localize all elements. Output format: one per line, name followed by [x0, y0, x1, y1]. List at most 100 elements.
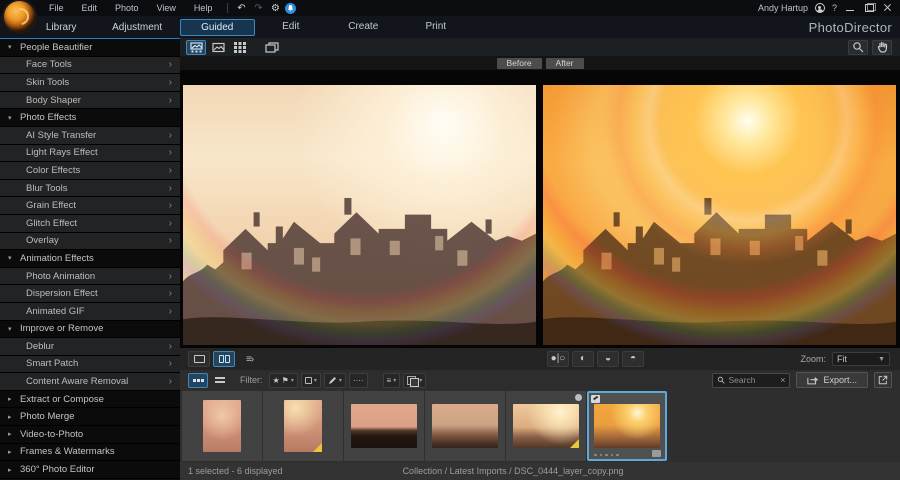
- sidebar-row[interactable]: Deblur ›: [0, 338, 180, 356]
- tab-guided[interactable]: Guided: [180, 19, 255, 36]
- disclosure-triangle-icon: [8, 413, 20, 421]
- flag-icon: ⚑: [282, 376, 289, 385]
- menu-view[interactable]: View: [148, 3, 185, 13]
- help-icon[interactable]: ?: [832, 3, 837, 13]
- browser-and-viewer-mode-button[interactable]: [186, 40, 206, 55]
- compare-label-row: Before After: [180, 56, 900, 70]
- sidebar-row-label: Animated GIF: [26, 306, 169, 317]
- sidebar-row[interactable]: Skin Tools ›: [0, 74, 180, 92]
- sidebar-row-label: Light Rays Effect: [26, 147, 169, 158]
- sidebar-row[interactable]: Photo Effects ›: [0, 109, 180, 127]
- single-view-button[interactable]: [188, 351, 210, 367]
- photodirector-window: File Edit Photo View Help ↶ ↷ ⚙ Andy Har…: [0, 0, 900, 480]
- search-clear-icon[interactable]: ×: [780, 375, 785, 385]
- compare-split-top-bottom-button[interactable]: ◒: [597, 351, 619, 367]
- compare-history-icon[interactable]: ≡›: [246, 354, 253, 365]
- photo-canvas: [180, 70, 900, 348]
- sidebar-row[interactable]: Light Rays Effect ›: [0, 145, 180, 163]
- close-button[interactable]: [882, 3, 894, 13]
- sort-order-dropdown[interactable]: ≡▾: [383, 373, 401, 388]
- sidebar-row[interactable]: Extract or Compose ›: [0, 391, 180, 409]
- minimize-button[interactable]: [844, 3, 856, 13]
- stack-photos-dropdown[interactable]: ▾: [403, 373, 426, 388]
- adjusted-filter-dropdown[interactable]: ▾: [324, 373, 346, 388]
- compare-split-left-right-button[interactable]: ◐: [572, 351, 594, 367]
- compare-side-by-side-button[interactable]: ●|○: [547, 351, 569, 367]
- list-view-button[interactable]: [210, 373, 230, 388]
- status-bar: 1 selected - 6 displayed Collection / La…: [180, 462, 900, 480]
- maximize-button[interactable]: [863, 3, 875, 13]
- tab-edit[interactable]: Edit: [255, 19, 328, 36]
- sidebar-row[interactable]: Dispersion Effect ›: [0, 285, 180, 303]
- sidebar-row[interactable]: Content Aware Removal ›: [0, 373, 180, 391]
- zoom-level-dropdown[interactable]: Fit ▼: [832, 352, 890, 366]
- sidebar-row[interactable]: Overlay ›: [0, 233, 180, 251]
- filmstrip-thumb-6-selected[interactable]: [587, 391, 667, 461]
- hand-pan-tool-button[interactable]: [872, 40, 892, 55]
- rating-dots[interactable]: [594, 454, 619, 457]
- color-label-filter-dropdown[interactable]: ▾: [301, 373, 321, 388]
- sidebar-row[interactable]: Glitch Effect ›: [0, 215, 180, 233]
- tab-print[interactable]: Print: [400, 19, 473, 36]
- zoom-tool-button[interactable]: [848, 40, 868, 55]
- star-flag-filter-dropdown[interactable]: ★⚑▾: [269, 373, 298, 388]
- before-photo[interactable]: [183, 85, 536, 345]
- sidebar-row[interactable]: People Beautifier ›: [0, 39, 180, 57]
- undo-icon[interactable]: ↶: [234, 3, 248, 14]
- sidebar-row-label: Face Tools: [26, 59, 169, 70]
- sidebar-row[interactable]: AI Style Transfer ›: [0, 127, 180, 145]
- sidebar-row[interactable]: Improve or Remove ›: [0, 321, 180, 339]
- sidebar-row[interactable]: Body Shaper ›: [0, 92, 180, 110]
- sidebar-row-label: Video-to-Photo: [20, 429, 172, 440]
- account-avatar-icon[interactable]: [815, 3, 825, 13]
- sidebar-row[interactable]: Animation Effects ›: [0, 250, 180, 268]
- sidebar-row-label: AI Style Transfer: [26, 130, 169, 141]
- notifications-icon[interactable]: [285, 3, 296, 14]
- search-box[interactable]: ×: [712, 373, 790, 388]
- menu-file[interactable]: File: [40, 3, 73, 13]
- thumbnail-view-button[interactable]: [188, 373, 208, 388]
- selection-status: 1 selected - 6 displayed: [188, 466, 283, 476]
- search-input[interactable]: [728, 375, 777, 385]
- more-filters-dropdown[interactable]: ····: [349, 373, 368, 388]
- after-label[interactable]: After: [546, 58, 584, 69]
- menu-edit[interactable]: Edit: [73, 3, 107, 13]
- user-name[interactable]: Andy Hartup: [758, 3, 808, 13]
- chevron-right-icon: ›: [169, 59, 172, 70]
- sidebar-row[interactable]: Grain Effect ›: [0, 197, 180, 215]
- before-label[interactable]: Before: [497, 58, 542, 69]
- browser-only-grid-button[interactable]: [230, 40, 250, 55]
- filmstrip-thumb-4[interactable]: [425, 391, 505, 461]
- tab-adjustment[interactable]: Adjustment: [112, 22, 162, 33]
- sidebar-row[interactable]: Blur Tools ›: [0, 180, 180, 198]
- redo-icon[interactable]: ↷: [251, 3, 265, 14]
- filmstrip-thumb-1[interactable]: [182, 391, 262, 461]
- toolbar-separator: [227, 3, 228, 13]
- sidebar-row[interactable]: Smart Patch ›: [0, 356, 180, 374]
- sidebar-row[interactable]: Frames & Watermarks ›: [0, 444, 180, 462]
- export-button[interactable]: Export...: [796, 372, 868, 388]
- sidebar-row-label: Extract or Compose: [20, 394, 172, 405]
- sidebar-row[interactable]: Color Effects ›: [0, 162, 180, 180]
- menu-help[interactable]: Help: [185, 3, 222, 13]
- share-button[interactable]: [874, 372, 892, 388]
- tab-library[interactable]: Library: [46, 22, 77, 33]
- side-by-side-view-button[interactable]: [213, 351, 235, 367]
- after-photo[interactable]: [543, 85, 896, 345]
- viewer-only-mode-button[interactable]: [208, 40, 228, 55]
- filmstrip-thumb-2[interactable]: [263, 391, 343, 461]
- filmstrip-thumb-3[interactable]: [344, 391, 424, 461]
- sidebar-row[interactable]: Photo Merge ›: [0, 408, 180, 426]
- tab-create[interactable]: Create: [327, 19, 400, 36]
- sidebar-row[interactable]: Animated GIF ›: [0, 303, 180, 321]
- chevron-right-icon: ›: [169, 218, 172, 229]
- sidebar-row[interactable]: 360° Photo Editor ›: [0, 461, 180, 479]
- sidebar-row[interactable]: Video-to-Photo ›: [0, 426, 180, 444]
- sidebar-row[interactable]: Photo Animation ›: [0, 268, 180, 286]
- sidebar-row[interactable]: Face Tools ›: [0, 57, 180, 75]
- secondary-monitor-button[interactable]: [262, 40, 282, 55]
- menu-photo[interactable]: Photo: [106, 3, 148, 13]
- filmstrip-thumb-5[interactable]: [506, 391, 586, 461]
- settings-gear-icon[interactable]: ⚙: [268, 3, 282, 14]
- compare-band-button[interactable]: ◓: [622, 351, 644, 367]
